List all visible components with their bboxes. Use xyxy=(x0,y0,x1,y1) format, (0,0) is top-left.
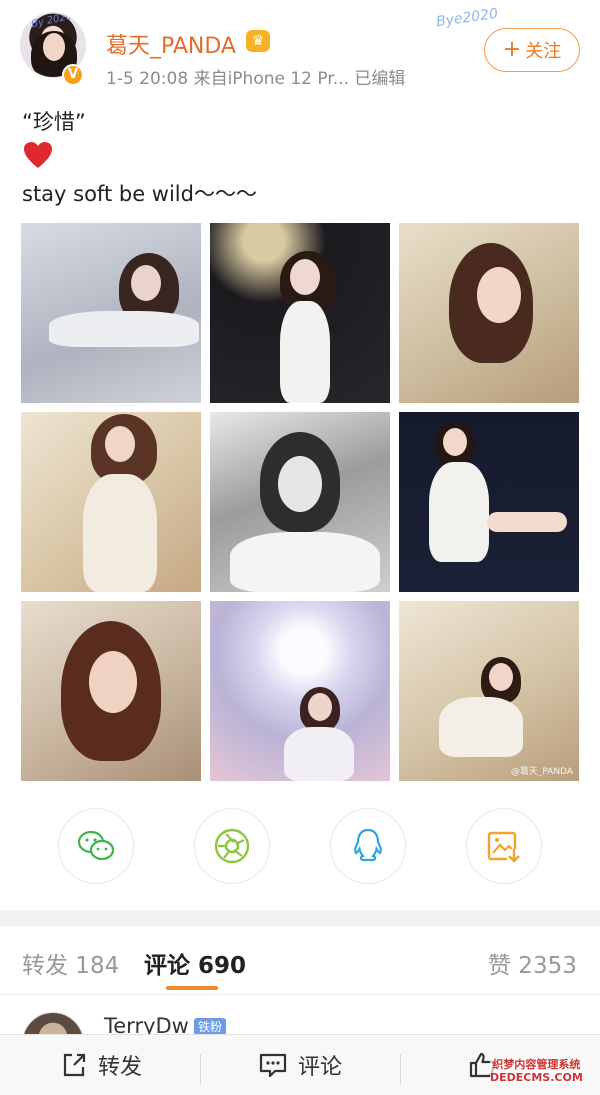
comment-button[interactable]: 评论 xyxy=(258,1034,342,1095)
red-heart-icon xyxy=(24,142,52,168)
tab-like[interactable]: 赞 2353 xyxy=(488,946,577,980)
follow-label: 关注 xyxy=(525,41,562,62)
photo-1[interactable] xyxy=(21,223,201,403)
photo-9[interactable]: @葛天_PANDA xyxy=(399,601,579,781)
repost-label: 转发 xyxy=(98,1054,143,1080)
photo-6[interactable] xyxy=(399,412,579,592)
comment-icon xyxy=(259,1053,287,1077)
plus-icon: + xyxy=(502,37,522,62)
comment-label: 评论 xyxy=(298,1054,343,1080)
save-image-icon xyxy=(487,831,521,863)
follow-button[interactable]: + 关注 xyxy=(484,28,580,72)
verified-badge-icon: V xyxy=(62,64,84,86)
tab-repost[interactable]: 转发 184 xyxy=(22,946,119,980)
share-qq-button[interactable] xyxy=(330,808,406,884)
photo-5[interactable] xyxy=(210,412,390,592)
post-text-line: stay soft be wild～～～ xyxy=(22,182,257,206)
photo-3[interactable] xyxy=(399,223,579,403)
section-divider xyxy=(0,910,600,926)
bar-separator xyxy=(200,1054,201,1084)
photo-4[interactable] xyxy=(21,412,201,592)
vip-crown-icon: ♛ xyxy=(246,30,270,52)
post-text-line: “珍惜” xyxy=(22,110,86,134)
tab-indicator xyxy=(166,986,218,990)
photo-watermark: @葛天_PANDA xyxy=(510,767,573,777)
tabs-divider xyxy=(0,994,600,995)
wechat-icon xyxy=(77,830,115,861)
watermark-line: DEDECMS.COM xyxy=(490,1071,583,1084)
avatar-tag-text: By 2020 xyxy=(30,12,74,31)
share-moments-button[interactable] xyxy=(194,808,270,884)
share-wechat-button[interactable] xyxy=(58,808,134,884)
post-meta: 1-5 20:08 来自iPhone 12 Pr... 已编辑 xyxy=(106,69,406,89)
photo-7[interactable] xyxy=(21,601,201,781)
watermark-line: 织梦内容管理系统 xyxy=(492,1058,581,1071)
bar-separator xyxy=(400,1054,401,1084)
photo-2[interactable] xyxy=(210,223,390,403)
share-arrow-icon xyxy=(63,1053,86,1076)
tab-comment[interactable]: 评论 690 xyxy=(144,946,246,980)
save-image-button[interactable] xyxy=(466,808,542,884)
photo-8[interactable] xyxy=(210,601,390,781)
moments-icon xyxy=(214,828,250,864)
username[interactable]: 葛天_PANDA xyxy=(106,28,236,60)
qq-icon xyxy=(354,828,382,862)
site-watermark: 织梦内容管理系统 DEDECMS.COM xyxy=(490,1058,583,1084)
repost-button[interactable]: 转发 xyxy=(60,1034,142,1095)
decoration-sticker: Bye2020 xyxy=(435,5,499,31)
